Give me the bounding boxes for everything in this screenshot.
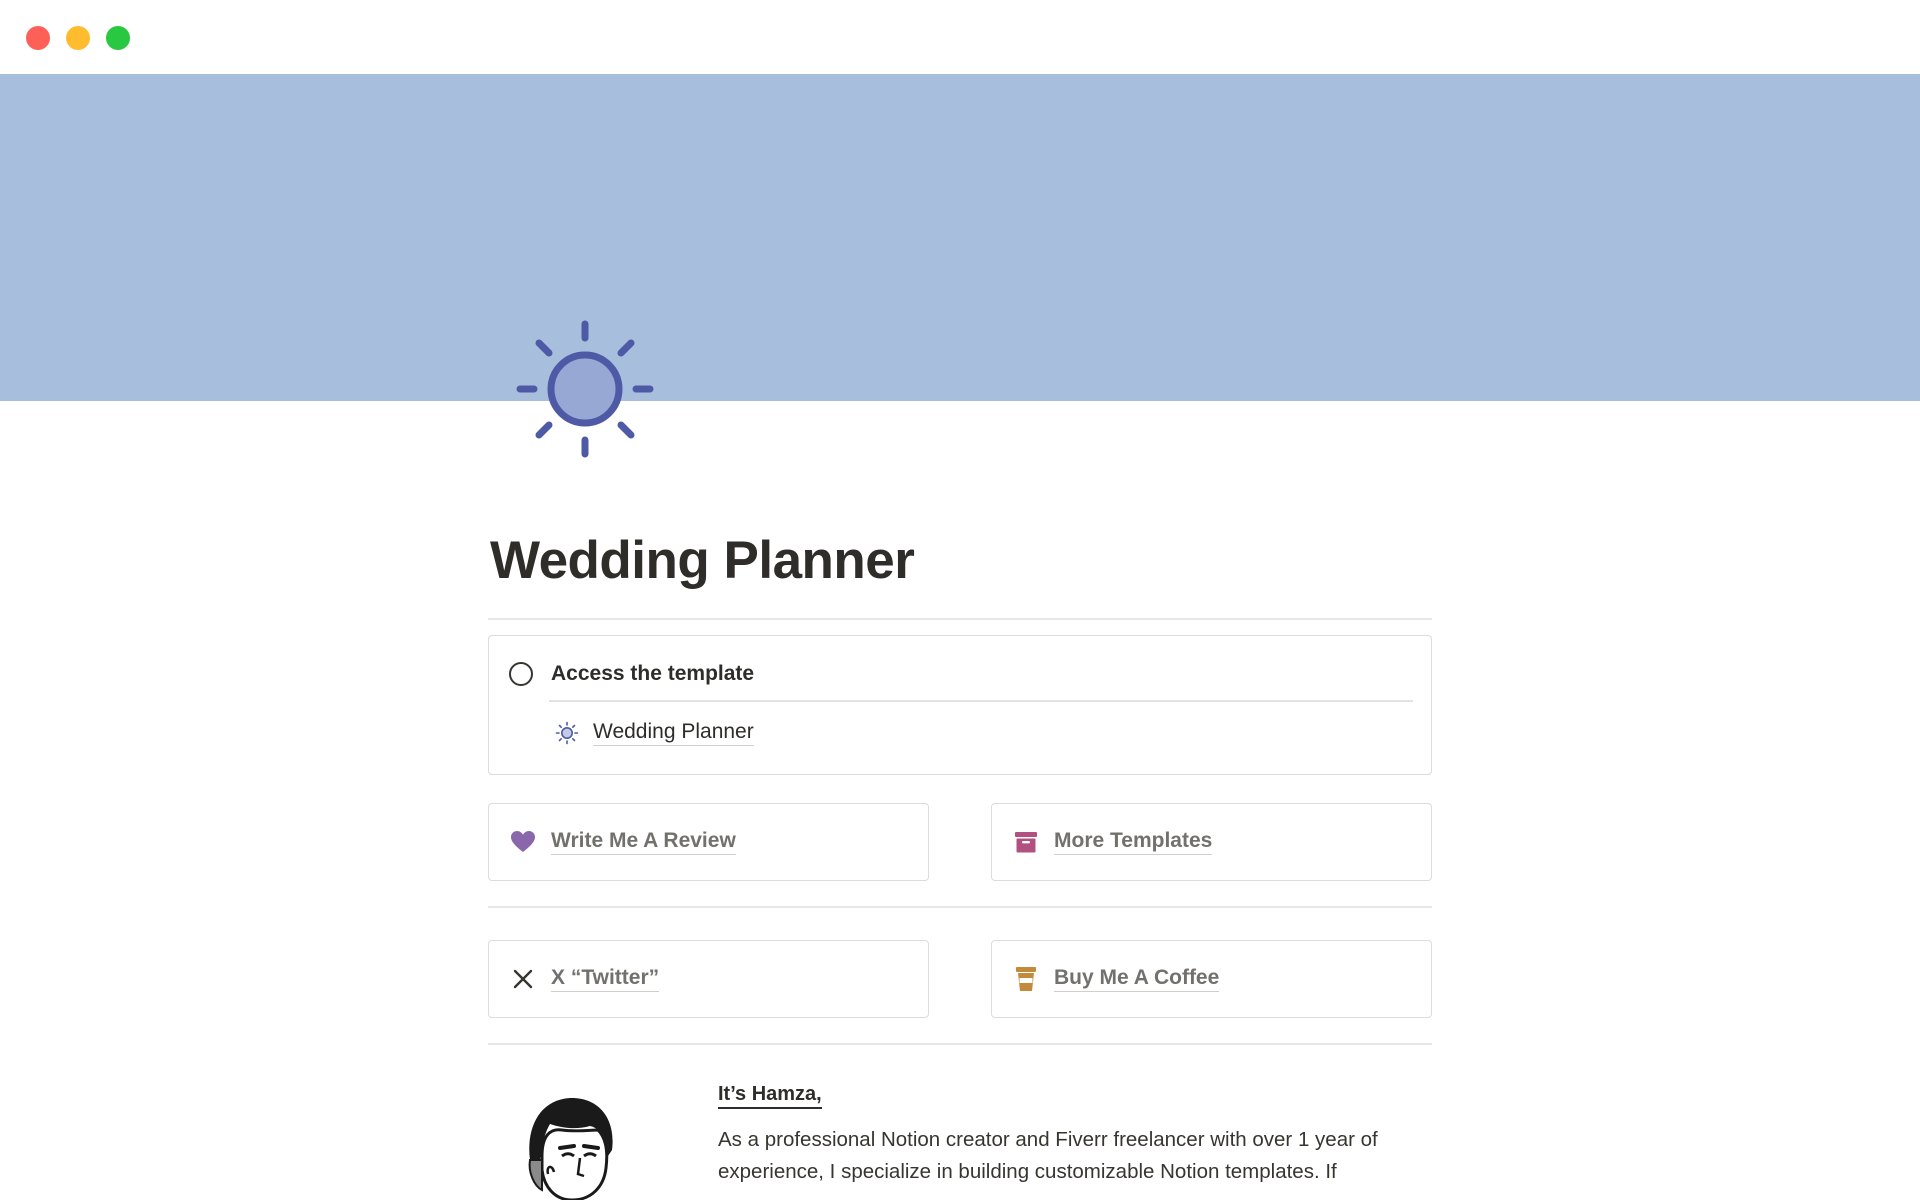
author-avatar (520, 1090, 620, 1200)
divider (488, 1043, 1432, 1045)
divider (488, 906, 1432, 908)
window-close-button[interactable] (26, 26, 50, 50)
todo-label: Access the template (551, 662, 755, 685)
more-templates-label: More Templates (1054, 829, 1213, 855)
divider (488, 618, 1432, 620)
write-review-label: Write Me A Review (551, 829, 736, 855)
twitter-button[interactable]: X “Twitter” (488, 940, 929, 1018)
template-callout: Access the template Wedding Planner (488, 635, 1432, 775)
sub-page-link[interactable]: Wedding Planner (555, 720, 754, 746)
heart-icon (509, 828, 537, 856)
page-cover[interactable] (0, 74, 1920, 401)
buy-coffee-label: Buy Me A Coffee (1054, 966, 1220, 992)
archive-box-icon (1012, 828, 1040, 856)
sun-icon (555, 721, 579, 745)
window-maximize-button[interactable] (106, 26, 130, 50)
divider (549, 700, 1413, 702)
buy-coffee-button[interactable]: Buy Me A Coffee (991, 940, 1432, 1018)
bio-heading[interactable]: It’s Hamza, (718, 1083, 822, 1109)
more-templates-button[interactable]: More Templates (991, 803, 1432, 881)
sub-page-label[interactable]: Wedding Planner (593, 720, 754, 746)
coffee-cup-icon (1012, 965, 1040, 993)
todo-checkbox[interactable] (509, 662, 533, 686)
todo-item[interactable]: Access the template (509, 662, 754, 686)
twitter-label: X “Twitter” (551, 966, 660, 992)
sun-icon[interactable] (514, 318, 656, 460)
window-titlebar (0, 0, 1920, 74)
window-minimize-button[interactable] (66, 26, 90, 50)
x-icon (509, 965, 537, 993)
bio-text: As a professional Notion creator and Fiv… (718, 1128, 1378, 1183)
write-review-button[interactable]: Write Me A Review (488, 803, 929, 881)
page-title[interactable]: Wedding Planner (490, 530, 915, 591)
